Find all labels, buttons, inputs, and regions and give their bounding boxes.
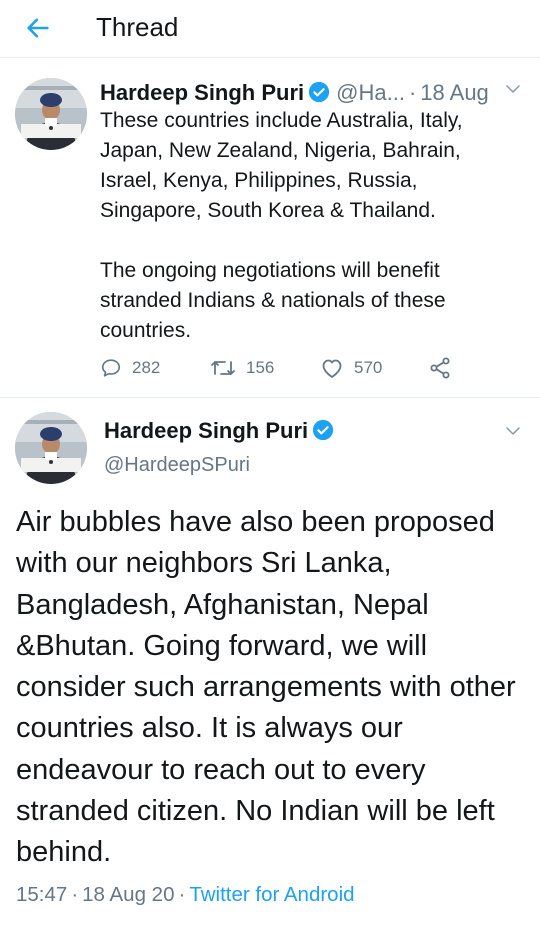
share-button[interactable] xyxy=(428,353,452,383)
more-options-button[interactable] xyxy=(504,422,522,445)
verified-badge-icon xyxy=(313,419,334,441)
retweet-icon xyxy=(211,361,235,375)
tweet-focused: Hardeep Singh Puri @HardeepSPuri Air bub… xyxy=(0,398,540,928)
author-name[interactable]: Hardeep Singh Puri xyxy=(100,80,304,105)
thread-header: Thread xyxy=(0,0,540,58)
like-button[interactable]: 570 xyxy=(320,353,382,383)
tweet-time: 15:47 xyxy=(16,883,68,906)
tweet-paragraph: These countries include Australia, Italy… xyxy=(100,109,463,222)
tweet-paragraph: The ongoing negotiations will benefit st… xyxy=(100,259,446,342)
page-title: Thread xyxy=(96,12,179,42)
back-button[interactable] xyxy=(18,8,58,48)
tweet-metadata: 15:47 · 18 Aug 20 · Twitter for Android xyxy=(16,880,355,910)
tweet-header: Hardeep Singh Puri @Ha... · 18 Aug xyxy=(100,76,525,110)
tweet-parent[interactable]: Hardeep Singh Puri @Ha... · 18 Aug These co… xyxy=(0,58,540,398)
tweet-time[interactable]: 18 Aug xyxy=(420,80,489,105)
author-handle[interactable]: @Ha... xyxy=(336,80,405,105)
chevron-down-icon xyxy=(506,85,520,93)
separator-dot: · xyxy=(408,80,417,105)
author-handle[interactable]: @HardeepSPuri xyxy=(104,450,250,480)
tweet-text: Air bubbles have also been proposed with… xyxy=(16,506,516,869)
author-name[interactable]: Hardeep Singh Puri xyxy=(104,418,308,443)
reply-count: 282 xyxy=(132,358,161,377)
tweet-source-link[interactable]: Twitter for Android xyxy=(189,883,354,906)
share-icon xyxy=(430,357,450,379)
avatar[interactable] xyxy=(15,412,87,484)
tweet-actions: 282 156 570 xyxy=(100,353,520,383)
arrow-left-icon xyxy=(27,18,49,38)
chevron-down-icon xyxy=(506,427,520,435)
heart-icon xyxy=(322,359,342,378)
verified-badge-icon xyxy=(309,81,330,103)
retweet-button[interactable]: 156 xyxy=(210,353,274,383)
tweet-text: These countries include Australia, Italy… xyxy=(100,106,520,346)
author-name-row: Hardeep Singh Puri xyxy=(104,416,334,446)
reply-button[interactable]: 282 xyxy=(100,353,160,383)
tweet-date: 18 Aug 20 xyxy=(82,883,175,906)
like-count: 570 xyxy=(354,358,383,377)
separator-dot: · xyxy=(71,883,79,906)
separator-dot: · xyxy=(178,883,186,906)
reply-icon xyxy=(101,359,121,377)
avatar[interactable] xyxy=(15,78,87,150)
more-options-button[interactable] xyxy=(504,80,522,103)
retweet-count: 156 xyxy=(246,358,275,377)
